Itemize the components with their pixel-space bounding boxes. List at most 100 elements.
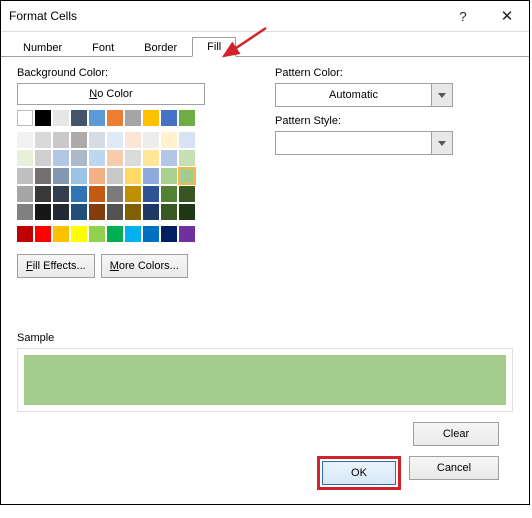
color-swatch[interactable] [161,168,177,184]
pattern-style-label: Pattern Style: [275,115,485,127]
color-swatch[interactable] [125,204,141,220]
color-swatch[interactable] [71,132,87,148]
color-swatch[interactable] [35,110,51,126]
color-swatch[interactable] [179,150,195,166]
color-swatch[interactable] [35,204,51,220]
color-swatch[interactable] [89,186,105,202]
color-swatch[interactable] [107,150,123,166]
pattern-color-dropdown[interactable]: Automatic [275,83,453,107]
color-swatch[interactable] [179,132,195,148]
color-swatch[interactable] [107,168,123,184]
close-button[interactable]: ✕ [485,1,529,31]
sample-label: Sample [17,332,513,344]
standard-color-row [17,226,237,242]
tint-rows [17,132,237,220]
color-swatch[interactable] [143,204,159,220]
cancel-button[interactable]: Cancel [409,456,499,480]
color-swatch[interactable] [71,186,87,202]
annotation-ok-highlight: OK [317,456,401,490]
ok-button[interactable]: OK [322,461,396,485]
color-swatch[interactable] [89,168,105,184]
color-swatch[interactable] [17,186,33,202]
color-swatch[interactable] [53,204,69,220]
color-swatch[interactable] [53,150,69,166]
color-swatch[interactable] [143,168,159,184]
color-swatch[interactable] [107,110,123,126]
color-swatch[interactable] [17,204,33,220]
fill-effects-button[interactable]: Fill Effects... [17,254,95,278]
color-swatch[interactable] [161,226,177,242]
color-swatch[interactable] [17,150,33,166]
color-swatch[interactable] [89,150,105,166]
color-swatch[interactable] [71,204,87,220]
color-swatch[interactable] [143,110,159,126]
color-swatch[interactable] [125,150,141,166]
window-title: Format Cells [1,9,77,23]
color-swatch[interactable] [53,132,69,148]
color-swatch[interactable] [161,204,177,220]
title-bar: Format Cells ? ✕ [1,1,529,32]
color-swatch[interactable] [107,226,123,242]
pattern-section: Pattern Color: Automatic Pattern Style: [275,67,485,278]
color-swatch[interactable] [89,132,105,148]
tab-font[interactable]: Font [77,38,129,57]
color-swatch[interactable] [17,110,33,126]
pattern-style-dropdown[interactable] [275,131,453,155]
color-swatch[interactable] [35,168,51,184]
color-swatch[interactable] [71,110,87,126]
color-swatch[interactable] [143,150,159,166]
color-swatch[interactable] [71,150,87,166]
color-swatch[interactable] [161,110,177,126]
tab-number[interactable]: Number [8,38,77,57]
color-swatch[interactable] [125,110,141,126]
pattern-color-label: Pattern Color: [275,67,485,79]
help-button[interactable]: ? [441,1,485,31]
color-swatch[interactable] [143,226,159,242]
color-swatch[interactable] [107,204,123,220]
color-swatch[interactable] [161,150,177,166]
tab-border[interactable]: Border [129,38,192,57]
color-swatch[interactable] [53,186,69,202]
color-swatch[interactable] [143,132,159,148]
background-color-section: Background Color: No Color Fill Effects.… [17,67,237,278]
color-swatch[interactable] [161,186,177,202]
tab-strip: Number Font Border Fill [1,34,529,57]
color-swatch[interactable] [107,186,123,202]
clear-button[interactable]: Clear [413,422,499,446]
no-color-button[interactable]: No Color [17,83,205,105]
color-swatch[interactable] [35,186,51,202]
color-swatch[interactable] [89,226,105,242]
more-colors-button[interactable]: More Colors... [101,254,188,278]
color-swatch[interactable] [35,132,51,148]
background-color-label: Background Color: [17,67,237,79]
color-swatch[interactable] [125,186,141,202]
color-swatch[interactable] [107,132,123,148]
color-swatch[interactable] [161,132,177,148]
color-swatch[interactable] [179,226,195,242]
color-swatch[interactable] [179,186,195,202]
color-swatch[interactable] [179,204,195,220]
color-swatch[interactable] [125,132,141,148]
tab-fill[interactable]: Fill [192,37,236,57]
color-swatch[interactable] [35,226,51,242]
color-swatch[interactable] [53,168,69,184]
theme-color-row [17,110,237,126]
color-swatch[interactable] [53,110,69,126]
color-swatch[interactable] [125,168,141,184]
chevron-down-icon [431,132,452,154]
color-swatch[interactable] [17,168,33,184]
color-swatch[interactable] [143,186,159,202]
color-swatch[interactable] [89,204,105,220]
color-swatch[interactable] [53,226,69,242]
color-swatch[interactable] [35,150,51,166]
color-swatch[interactable] [179,110,195,126]
color-swatch[interactable] [89,110,105,126]
color-swatch[interactable] [179,168,195,184]
sample-box [17,348,513,412]
color-swatch[interactable] [71,168,87,184]
color-swatch[interactable] [125,226,141,242]
sample-section: Sample [17,332,513,412]
color-swatch[interactable] [17,226,33,242]
color-swatch[interactable] [17,132,33,148]
color-swatch[interactable] [71,226,87,242]
